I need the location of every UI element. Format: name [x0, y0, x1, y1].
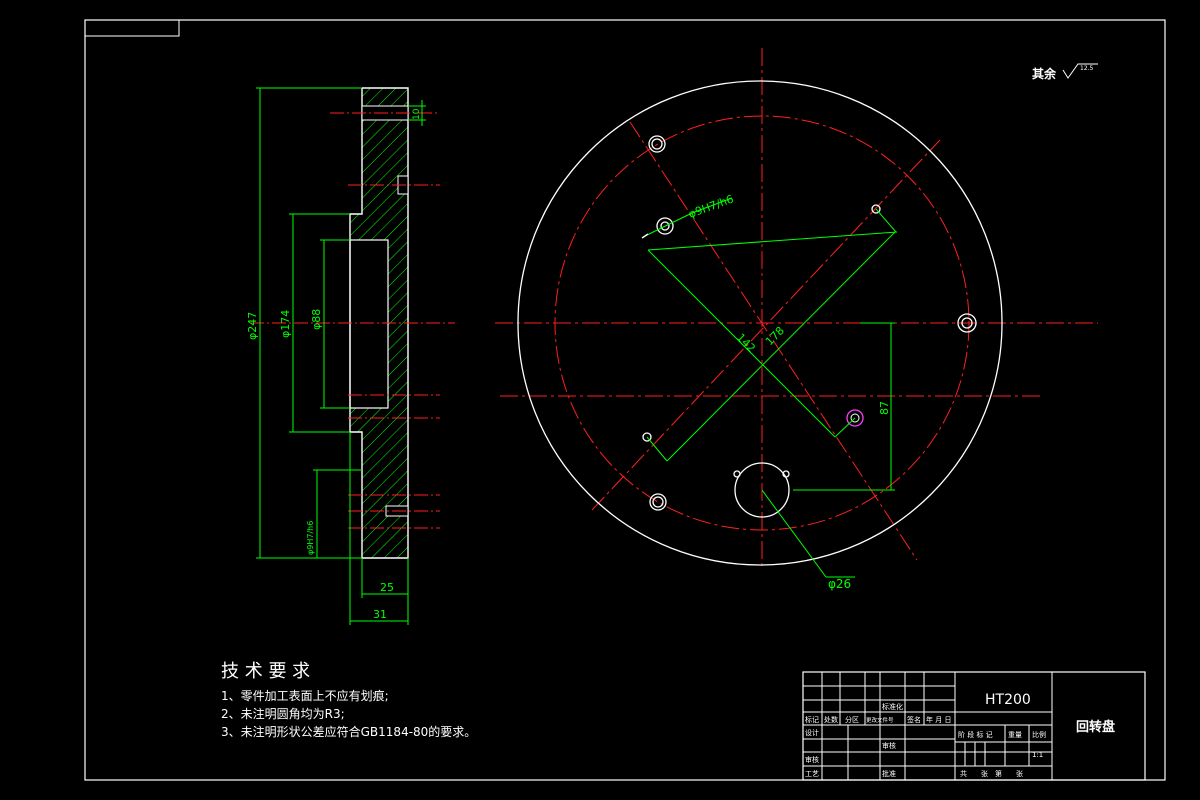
tb-zone: 分区 [845, 715, 859, 724]
dim-phi26: φ26 [828, 577, 851, 591]
plan-view: φ9H7/h6 142 178 87 φ26 [495, 48, 1098, 591]
technical-requirements: 技 术 要 求 1、零件加工表面上不应有划痕; 2、未注明圆角均为R3; 3、未… [221, 661, 476, 739]
tb-standardize: 标准化 [882, 702, 903, 711]
dim-142: 142 [734, 331, 758, 355]
tb-date: 年 月 日 [926, 715, 951, 724]
tb-sheets: 共 张 第 张 [960, 769, 1023, 778]
surface-note-label: 其余 [1032, 66, 1057, 81]
tb-approve: 批准 [882, 769, 896, 778]
tb-change-doc: 更改文件号 [866, 716, 894, 724]
dim-phi88: φ88 [310, 309, 323, 330]
part-name: 回转盘 [1076, 719, 1115, 735]
roughness-value: 12.5 [1080, 65, 1094, 72]
surface-roughness-note: 其余 12.5 [1032, 63, 1098, 81]
tb-scale-value: 1:1 [1032, 751, 1043, 759]
tb-scale: 比例 [1032, 730, 1046, 739]
tb-count: 处数 [824, 715, 838, 724]
tb-weight: 重量 [1008, 731, 1022, 739]
section-bore [349, 239, 389, 409]
section-view: φ247 φ174 φ88 φ9H7/h6 10 25 31 [246, 87, 455, 625]
tech-title: 技 术 要 求 [221, 661, 310, 682]
tech-item-3: 3、未注明形状公差应符合GB1184-80的要求。 [221, 724, 476, 739]
tech-item-2: 2、未注明圆角均为R3; [221, 706, 345, 721]
dim-87: 87 [878, 401, 891, 415]
dim-10: 10 [412, 108, 422, 120]
dim-phi9h7-plan: φ9H7/h6 [687, 192, 736, 220]
dim-phi9-left: φ9H7/h6 [306, 521, 315, 555]
tech-item-1: 1、零件加工表面上不应有划痕; [221, 688, 389, 703]
title-block-text: HT200 回转盘 标记 处数 分区 更改文件号 签名 年 月 日 设计 标准化… [805, 692, 1115, 778]
tb-stage-mark: 阶 段 标 记 [958, 730, 993, 739]
tb-process: 工艺 [805, 770, 819, 778]
corner-code-box [84, 19, 180, 37]
tb-check: 审核 [805, 755, 819, 764]
tb-sign: 签名 [907, 715, 921, 724]
dim-31: 31 [373, 608, 387, 621]
tb-review: 审核 [882, 741, 896, 750]
material-label: HT200 [985, 692, 1031, 708]
tb-mark: 标记 [805, 715, 819, 724]
dim-phi174: φ174 [279, 310, 292, 338]
drawing-canvas: φ247 φ174 φ88 φ9H7/h6 10 25 31 φ9H7/h6 1… [84, 19, 1166, 781]
tb-design: 设计 [805, 728, 819, 737]
dim-25: 25 [380, 581, 394, 594]
dim-phi247: φ247 [246, 312, 259, 340]
